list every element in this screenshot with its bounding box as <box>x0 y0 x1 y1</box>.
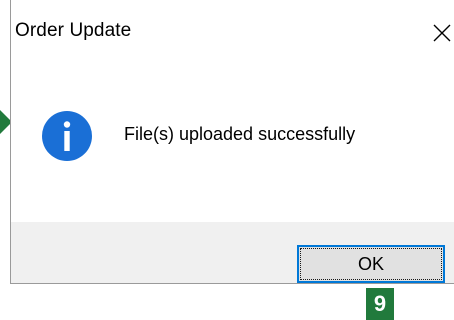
info-icon <box>41 110 93 162</box>
ok-button-label: OK <box>357 254 384 274</box>
message-dialog: Order Update File(s) uploaded successful… <box>10 0 454 284</box>
dialog-footer: OK <box>11 222 454 283</box>
dialog-body: File(s) uploaded successfully <box>11 64 454 222</box>
close-button[interactable] <box>430 10 454 54</box>
dialog-title: Order Update <box>15 20 132 41</box>
dialog-titlebar[interactable]: Order Update <box>11 0 454 64</box>
ok-button[interactable]: OK <box>297 245 445 283</box>
dialog-message: File(s) uploaded successfully <box>124 124 356 144</box>
step-number-badge: 9 <box>366 288 394 320</box>
close-icon <box>433 24 451 42</box>
